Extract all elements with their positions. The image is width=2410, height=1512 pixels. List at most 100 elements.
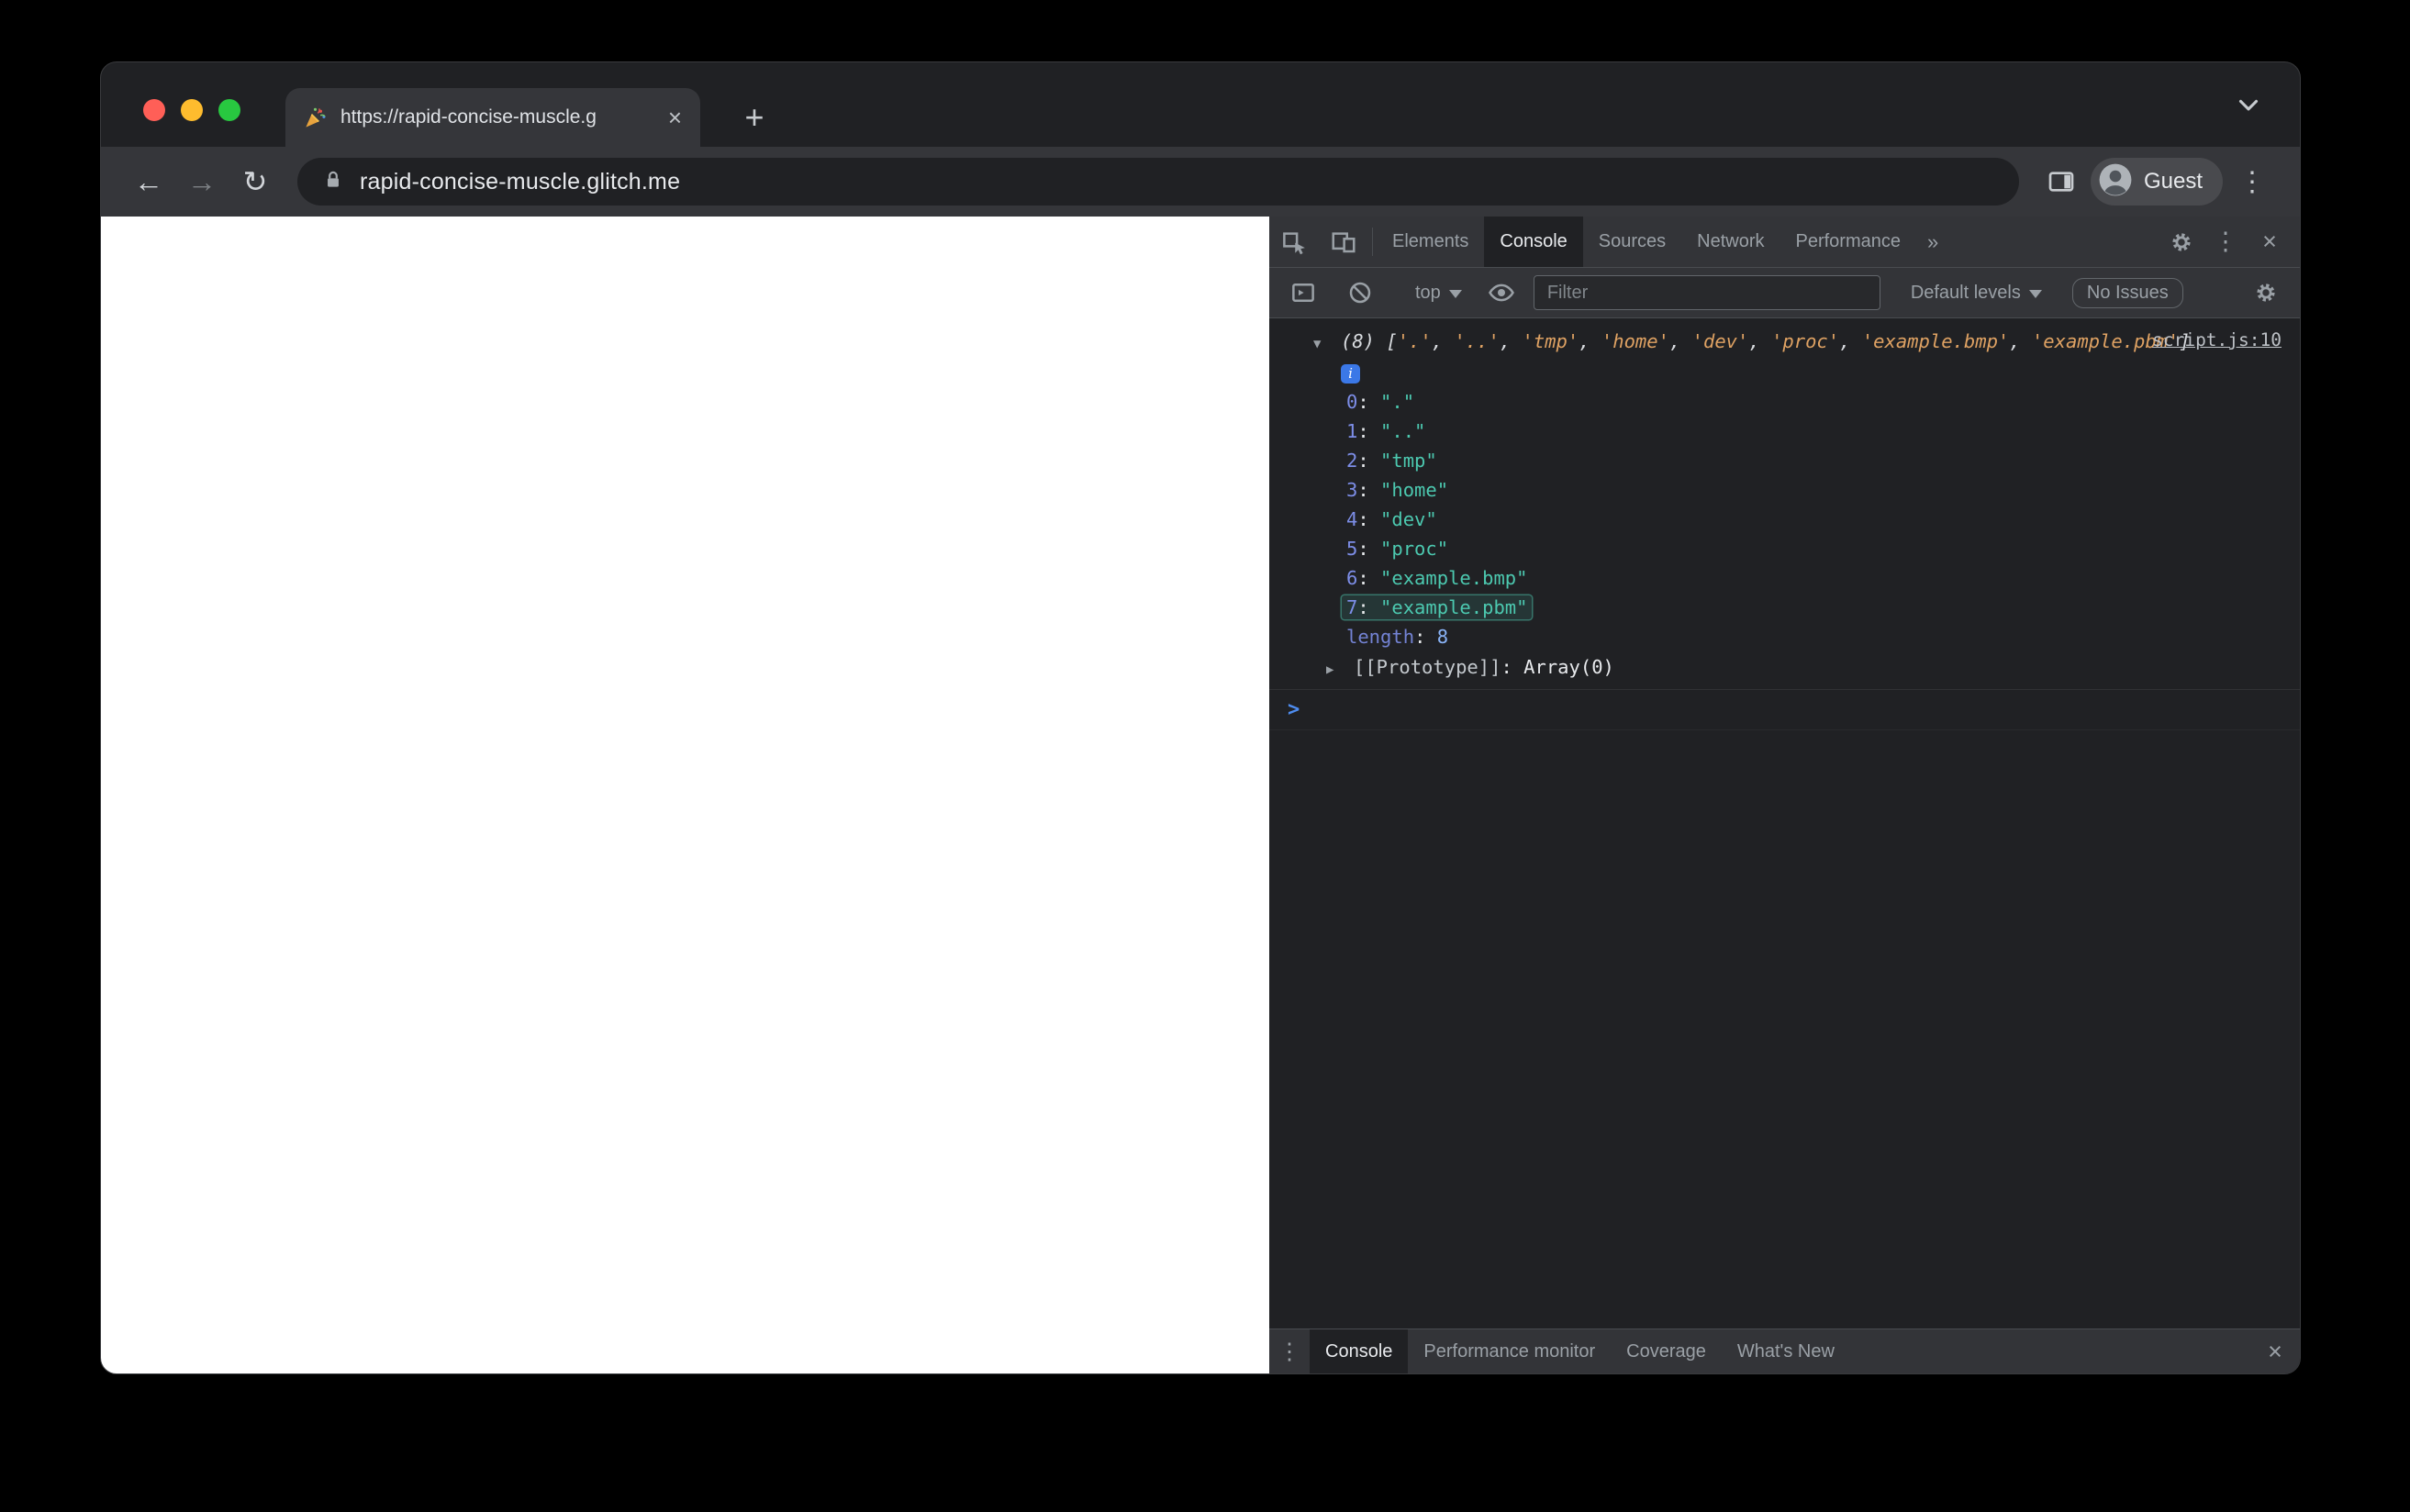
comma: , xyxy=(2009,330,2032,352)
drawer-close-button[interactable]: × xyxy=(2250,1329,2300,1373)
entry-separator: : xyxy=(1357,567,1381,589)
profile-label: Guest xyxy=(2143,169,2203,194)
entry-index: 6 xyxy=(1346,567,1358,589)
array-length-row: length: 8 xyxy=(1269,622,2300,651)
console-log-row: ▼ (8) ['.', '..', 'tmp', 'home', 'dev', '… xyxy=(1269,326,2300,360)
context-selector[interactable]: top xyxy=(1408,283,1469,304)
lock-icon[interactable] xyxy=(321,168,345,196)
entry-index: 5 xyxy=(1346,538,1358,560)
prototype-row: ▶ [[Prototype]]: Array(0) xyxy=(1269,651,2300,685)
console-filter-input[interactable] xyxy=(1533,275,1880,310)
reload-button[interactable]: ↻ xyxy=(231,158,279,206)
drawer-tab-performance-monitor[interactable]: Performance monitor xyxy=(1408,1329,1611,1373)
inspect-element-button[interactable] xyxy=(1269,217,1319,267)
devtools-tab-network[interactable]: Network xyxy=(1681,217,1780,267)
preview-string: '..' xyxy=(1454,330,1500,352)
console-sidebar-button[interactable] xyxy=(1278,279,1328,306)
entry-index: 0 xyxy=(1346,391,1358,413)
browser-toolbar: ← → ↻ rapid-concise-muscle.glitch.me Gue… xyxy=(101,147,2300,217)
entry-separator: : xyxy=(1357,479,1381,501)
array-entry-row: 6: "example.bmp" xyxy=(1269,563,2300,593)
prototype-value: Array(0) xyxy=(1523,656,1614,678)
drawer-tab-what-s-new[interactable]: What's New xyxy=(1722,1329,1850,1373)
devtools-close-button[interactable]: × xyxy=(2248,221,2291,263)
entry-value: "example.bmp" xyxy=(1380,567,1528,589)
tab-overview-chevron-icon[interactable] xyxy=(2232,88,2265,121)
page-viewport[interactable] xyxy=(101,217,1269,1373)
zoom-window-button[interactable] xyxy=(218,99,240,121)
devtools-tab-elements[interactable]: Elements xyxy=(1377,217,1484,267)
entry-index: 1 xyxy=(1346,420,1358,442)
preview-string: 'tmp' xyxy=(1522,330,1579,352)
entry-separator: : xyxy=(1357,596,1381,618)
new-tab-button[interactable]: + xyxy=(733,96,775,139)
log-levels-label: Default levels xyxy=(1910,282,2021,303)
console-message: ▼ (8) ['.', '..', 'tmp', 'home', 'dev', '… xyxy=(1269,326,2300,689)
device-toolbar-button[interactable] xyxy=(1319,217,1368,267)
browser-menu-button[interactable]: ⋮ xyxy=(2228,158,2276,206)
close-window-button[interactable] xyxy=(143,99,165,121)
array-entry-row: 1: ".." xyxy=(1269,417,2300,446)
devtools-menu-button[interactable]: ⋮ xyxy=(2204,221,2247,263)
avatar-icon xyxy=(2098,162,2133,202)
minimize-window-button[interactable] xyxy=(181,99,203,121)
entry-separator: : xyxy=(1414,626,1437,648)
browser-tab[interactable]: https://rapid-concise-muscle.g × xyxy=(285,88,700,147)
disclosure-triangle-icon[interactable]: ▼ xyxy=(1313,328,1341,360)
devtools-tab-sources[interactable]: Sources xyxy=(1583,217,1681,267)
side-panel-button[interactable] xyxy=(2037,158,2085,206)
preview-string: '.' xyxy=(1397,330,1432,352)
party-popper-favicon-icon xyxy=(302,105,328,130)
log-levels-selector[interactable]: Default levels xyxy=(1903,283,2049,304)
entry-index: 4 xyxy=(1346,508,1358,530)
entry-value: "." xyxy=(1380,391,1415,413)
devtools-tab-console[interactable]: Console xyxy=(1484,217,1583,267)
entry-content: 2: "tmp" xyxy=(1346,450,1437,472)
console-source-link[interactable]: script.js:10 xyxy=(2152,329,2282,350)
prompt-chevron-icon: > xyxy=(1288,698,1300,721)
context-label: top xyxy=(1415,282,1441,303)
entry-value: "example.pbm" xyxy=(1380,596,1528,618)
desktop-background: https://rapid-concise-muscle.g × + ← → ↻ xyxy=(0,0,2410,1512)
devtools-drawer-bar: ⋮ Console Performance monitor Coverage What… xyxy=(1269,1329,2300,1373)
array-preview: (8) ['.', '..', 'tmp', 'home', 'dev', 'p… xyxy=(1341,330,2191,352)
entry-index: 3 xyxy=(1346,479,1358,501)
entry-separator: : xyxy=(1357,420,1381,442)
devtools-tabs: Elements Console Sources Network Performance xyxy=(1377,217,1916,267)
entry-content: 1: ".." xyxy=(1346,420,1425,442)
preview-string: 'home' xyxy=(1601,330,1669,352)
caret-down-icon xyxy=(2028,290,2042,298)
address-bar[interactable]: rapid-concise-muscle.glitch.me xyxy=(297,158,2019,206)
live-expression-eye-button[interactable] xyxy=(1477,279,1526,306)
profile-chip[interactable]: Guest xyxy=(2090,158,2223,206)
console-settings-button[interactable] xyxy=(2241,280,2291,306)
console-prompt[interactable]: > xyxy=(1269,689,2300,730)
forward-button[interactable]: → xyxy=(178,158,226,206)
console-info-row: i xyxy=(1269,360,2300,387)
back-button[interactable]: ← xyxy=(125,158,173,206)
issues-counter[interactable]: No Issues xyxy=(2071,277,2183,308)
info-icon[interactable]: i xyxy=(1341,363,1360,384)
url-text: rapid-concise-muscle.glitch.me xyxy=(360,168,681,195)
devtools-settings-button[interactable] xyxy=(2160,221,2203,263)
drawer-menu-button[interactable]: ⋮ xyxy=(1269,1329,1310,1373)
drawer-tab-coverage[interactable]: Coverage xyxy=(1611,1329,1722,1373)
more-tabs-button[interactable]: » xyxy=(1916,217,1949,267)
entry-separator: : xyxy=(1501,656,1524,678)
entry-separator: : xyxy=(1357,538,1381,560)
window-content: Elements Console Sources Network Performance… xyxy=(101,217,2300,1373)
length-value: 8 xyxy=(1436,626,1449,648)
disclosure-triangle-icon[interactable]: ▶ xyxy=(1326,654,1354,685)
prototype-label: [[Prototype]] xyxy=(1354,656,1501,678)
preview-string: 'proc' xyxy=(1771,330,1840,352)
array-entry-row: 2: "tmp" xyxy=(1269,446,2300,475)
devtools-tab-performance[interactable]: Performance xyxy=(1780,217,1917,267)
entry-value: "dev" xyxy=(1380,508,1437,530)
drawer-tabs: Console Performance monitor Coverage What's… xyxy=(1310,1329,1850,1373)
clear-console-button[interactable] xyxy=(1335,279,1385,306)
drawer-tab-console[interactable]: Console xyxy=(1310,1329,1409,1373)
array-entry-row: 3: "home" xyxy=(1269,475,2300,505)
entry-value: "tmp" xyxy=(1380,450,1437,472)
issues-label: No Issues xyxy=(2086,282,2169,303)
tab-close-icon[interactable]: × xyxy=(666,106,684,129)
